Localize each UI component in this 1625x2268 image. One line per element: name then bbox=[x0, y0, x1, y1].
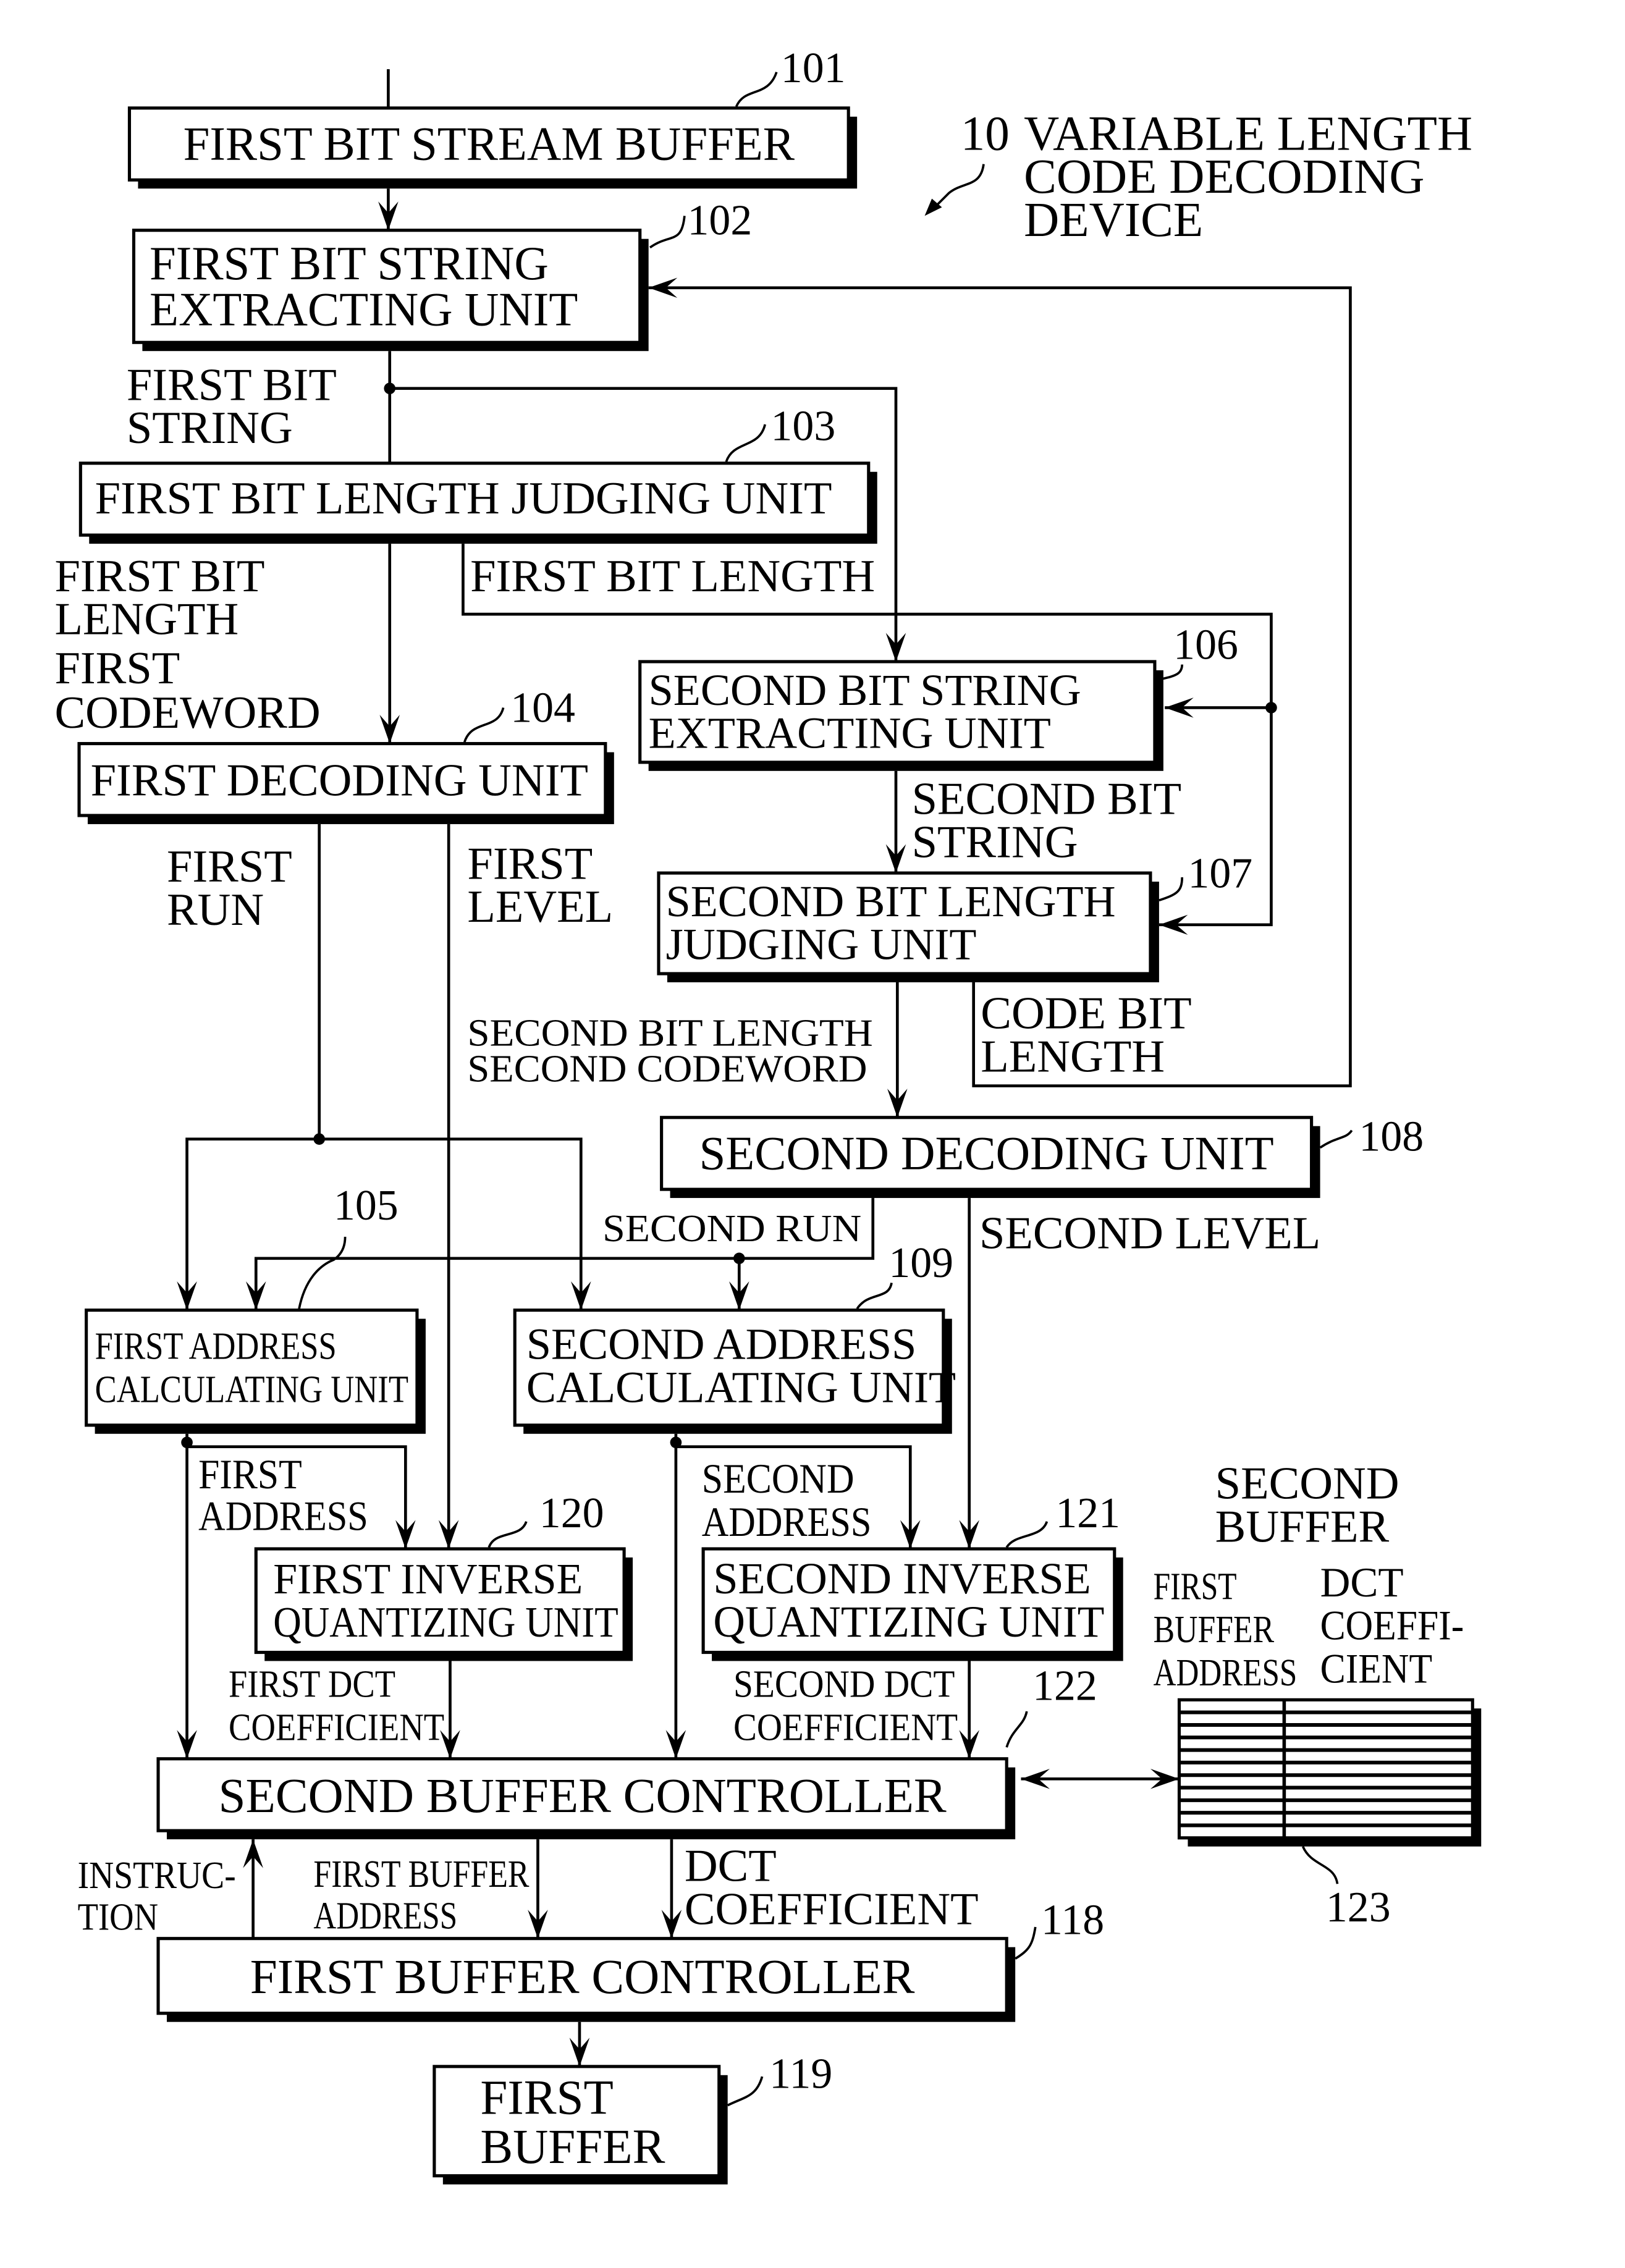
block-label: FIRST DECODING UNIT bbox=[91, 755, 588, 806]
first-decoding-unit-block[interactable]: FIRST DECODING UNIT bbox=[77, 742, 614, 824]
block-label-line-2: CALCULATING UNIT bbox=[95, 1368, 408, 1411]
ref-109: 109 bbox=[888, 1239, 953, 1287]
label-second-address-2: ADDRESS bbox=[702, 1499, 872, 1545]
ref-108: 108 bbox=[1359, 1113, 1424, 1160]
ref-105: 105 bbox=[334, 1182, 399, 1229]
device-ref-number: 10 bbox=[961, 106, 1010, 161]
second-buffer-title-2: BUFFER bbox=[1215, 1501, 1390, 1552]
label-code-bit-length-2: LENGTH bbox=[981, 1031, 1165, 1082]
ref-104: 104 bbox=[510, 685, 575, 732]
label-fbl-codeword-3: FIRST bbox=[54, 643, 180, 694]
ref-123: 123 bbox=[1326, 1884, 1391, 1931]
second-inverse-quantizing-unit-block[interactable]: SECOND INVERSE QUANTIZING UNIT bbox=[701, 1547, 1123, 1661]
ref-103: 103 bbox=[771, 403, 836, 450]
ref-121: 121 bbox=[1055, 1490, 1120, 1537]
ref-107: 107 bbox=[1188, 849, 1252, 897]
block-label: FIRST BUFFER CONTROLLER bbox=[250, 1950, 915, 2004]
label-first-buffer-address-2: ADDRESS bbox=[313, 1894, 457, 1937]
block-label: FIRST BIT LENGTH JUDGING UNIT bbox=[95, 473, 832, 524]
label-second-dct-coefficient-1: SECOND DCT bbox=[733, 1663, 955, 1706]
ref-119: 119 bbox=[769, 2051, 832, 2098]
second-bit-length-judging-unit-block[interactable]: SECOND BIT LENGTH JUDGING UNIT bbox=[657, 871, 1159, 982]
ref-120: 120 bbox=[539, 1490, 604, 1537]
block-label-line-1: SECOND BIT STRING bbox=[649, 665, 1081, 715]
block-label: SECOND BUFFER CONTROLLER bbox=[218, 1769, 946, 1823]
block-label-line-1: SECOND ADDRESS bbox=[526, 1320, 916, 1369]
first-bit-stream-buffer-block[interactable]: FIRST BIT STREAM BUFFER bbox=[127, 106, 858, 189]
first-inverse-quantizing-unit-block[interactable]: FIRST INVERSE QUANTIZING UNIT bbox=[254, 1547, 633, 1661]
block-label-line-1: FIRST BIT STRING bbox=[150, 237, 549, 290]
label-dct-coefficient-2: COEFFICIENT bbox=[685, 1884, 979, 1934]
ref-122: 122 bbox=[1032, 1662, 1097, 1709]
first-address-calculating-unit-block[interactable]: FIRST ADDRESS CALCULATING UNIT bbox=[85, 1309, 426, 1434]
label-second-run: SECOND RUN bbox=[602, 1207, 861, 1250]
label-instruction-1: INSTRUC- bbox=[78, 1853, 236, 1897]
label-instruction-2: TION bbox=[78, 1895, 158, 1939]
second-buffer-col-header-address-1: FIRST bbox=[1154, 1564, 1237, 1608]
second-buffer-col-header-address-3: ADDRESS bbox=[1154, 1651, 1298, 1694]
second-buffer-col-header-address-2: BUFFER bbox=[1154, 1608, 1275, 1651]
label-fbl-codeword-4: CODEWORD bbox=[54, 688, 320, 738]
block-label-line-2: CALCULATING UNIT bbox=[526, 1363, 956, 1412]
label-first-buffer-address-1: FIRST BUFFER bbox=[313, 1852, 529, 1895]
second-buffer-col-header-dct-1: DCT bbox=[1320, 1559, 1404, 1606]
label-second-address-1: SECOND bbox=[702, 1456, 855, 1502]
block-label: SECOND DECODING UNIT bbox=[699, 1128, 1274, 1180]
label-first-address-1: FIRST bbox=[198, 1451, 302, 1498]
label-second-level: SECOND LEVEL bbox=[979, 1208, 1320, 1259]
second-buffer-col-header-dct-3: CIENT bbox=[1320, 1645, 1433, 1692]
second-bit-string-extracting-unit-block[interactable]: SECOND BIT STRING EXTRACTING UNIT bbox=[638, 660, 1163, 771]
block-label-line-1: FIRST bbox=[480, 2071, 613, 2125]
block-label-line-2: QUANTIZING UNIT bbox=[713, 1597, 1104, 1646]
first-bit-length-judging-unit-block[interactable]: FIRST BIT LENGTH JUDGING UNIT bbox=[78, 462, 877, 544]
second-buffer-table[interactable] bbox=[1177, 1698, 1482, 1847]
label-first-dct-coefficient-2: COEFFICIENT bbox=[229, 1706, 444, 1749]
label-second-dct-coefficient-2: COEFFICIENT bbox=[733, 1706, 958, 1749]
block-label-line-1: FIRST ADDRESS bbox=[95, 1325, 337, 1368]
block-label-line-2: QUANTIZING UNIT bbox=[273, 1599, 618, 1646]
ref-101: 101 bbox=[781, 44, 846, 92]
block-label-line-2: JUDGING UNIT bbox=[666, 920, 977, 969]
label-second-bit-string-2: STRING bbox=[912, 817, 1078, 867]
label-first-address-2: ADDRESS bbox=[198, 1493, 368, 1540]
ref-102: 102 bbox=[688, 197, 753, 245]
label-first-run-2: RUN bbox=[167, 885, 264, 935]
label-first-bit-length: FIRST BIT LENGTH bbox=[470, 551, 875, 602]
block-label-line-2: EXTRACTING UNIT bbox=[150, 283, 578, 335]
device-title-line-3: DEVICE bbox=[1024, 193, 1203, 247]
second-decoding-unit-block[interactable]: SECOND DECODING UNIT bbox=[660, 1116, 1320, 1199]
block-label: FIRST BIT STREAM BUFFER bbox=[184, 118, 795, 171]
second-buffer-col-header-dct-2: COEFFI- bbox=[1320, 1603, 1464, 1649]
label-first-dct-coefficient-1: FIRST DCT bbox=[229, 1663, 395, 1706]
first-buffer-block[interactable]: FIRST BUFFER bbox=[433, 2065, 728, 2185]
block-label-line-1: FIRST INVERSE bbox=[273, 1556, 583, 1603]
block-label-line-1: SECOND BIT LENGTH bbox=[666, 877, 1116, 926]
ref-118: 118 bbox=[1041, 1897, 1104, 1944]
label-first-bit-string-2: STRING bbox=[127, 403, 293, 453]
block-label-line-2: EXTRACTING UNIT bbox=[649, 709, 1051, 758]
device-pointer-arrow bbox=[931, 164, 985, 211]
first-bit-string-extracting-unit-block[interactable]: FIRST BIT STRING EXTRACTING UNIT bbox=[132, 229, 649, 352]
second-buffer-controller-block[interactable]: SECOND BUFFER CONTROLLER bbox=[156, 1757, 1016, 1840]
second-address-calculating-unit-block[interactable]: SECOND ADDRESS CALCULATING UNIT bbox=[513, 1309, 956, 1434]
label-first-level-2: LEVEL bbox=[467, 882, 613, 932]
label-fbl-codeword-2: LENGTH bbox=[54, 594, 238, 645]
variable-length-code-decoding-device-diagram: FIRST BIT STREAM BUFFER FIRST BIT STRING… bbox=[54, 44, 1482, 2185]
first-buffer-controller-block[interactable]: FIRST BUFFER CONTROLLER bbox=[156, 1937, 1016, 2022]
label-sbl-codeword-2: SECOND CODEWORD bbox=[467, 1047, 867, 1090]
block-label-line-1: SECOND INVERSE bbox=[713, 1554, 1091, 1603]
ref-106: 106 bbox=[1173, 621, 1238, 668]
block-label-line-2: BUFFER bbox=[480, 2120, 665, 2174]
